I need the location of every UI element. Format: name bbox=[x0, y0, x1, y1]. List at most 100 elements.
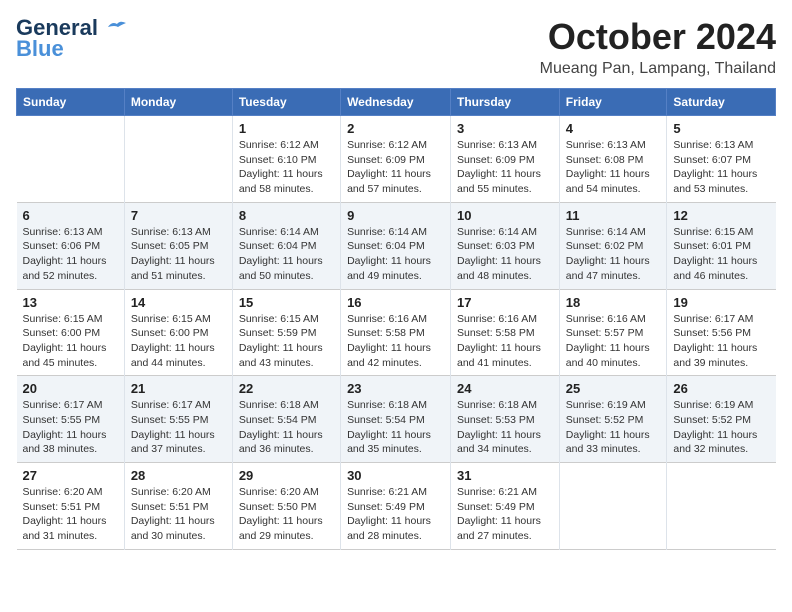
day-info: Sunrise: 6:16 AM Sunset: 5:58 PM Dayligh… bbox=[457, 312, 553, 371]
calendar-cell bbox=[667, 463, 776, 550]
calendar-cell: 2 Sunrise: 6:12 AM Sunset: 6:09 PM Daylig… bbox=[341, 116, 451, 203]
location-title: Mueang Pan, Lampang, Thailand bbox=[540, 60, 776, 78]
calendar-cell: 26Sunrise: 6:19 AM Sunset: 5:52 PM Dayli… bbox=[667, 376, 776, 463]
calendar-cell: 6Sunrise: 6:13 AM Sunset: 6:06 PM Daylig… bbox=[17, 202, 125, 289]
day-number: 18 bbox=[566, 295, 661, 310]
logo-blue: Blue bbox=[16, 36, 64, 62]
logo: General Blue bbox=[16, 16, 128, 62]
day-info: Sunrise: 6:18 AM Sunset: 5:53 PM Dayligh… bbox=[457, 398, 553, 457]
day-number: 5 bbox=[673, 121, 769, 136]
day-info: Sunrise: 6:20 AM Sunset: 5:50 PM Dayligh… bbox=[239, 485, 334, 544]
day-info: Sunrise: 6:12 AM Sunset: 6:09 PM Dayligh… bbox=[347, 138, 444, 197]
day-number: 22 bbox=[239, 381, 334, 396]
calendar-cell: 16 Sunrise: 6:16 AM Sunset: 5:58 PM Dayli… bbox=[341, 289, 451, 376]
calendar-table: SundayMondayTuesdayWednesdayThursdayFrid… bbox=[16, 88, 776, 550]
day-info: Sunrise: 6:12 AM Sunset: 6:10 PM Dayligh… bbox=[239, 138, 334, 197]
day-info: Sunrise: 6:13 AM Sunset: 6:06 PM Dayligh… bbox=[23, 225, 118, 284]
calendar-cell: 27 Sunrise: 6:20 AM Sunset: 5:51 PM Dayli… bbox=[17, 463, 125, 550]
day-info: Sunrise: 6:14 AM Sunset: 6:02 PM Dayligh… bbox=[566, 225, 661, 284]
day-info: Sunrise: 6:13 AM Sunset: 6:08 PM Dayligh… bbox=[566, 138, 661, 197]
day-number: 29 bbox=[239, 468, 334, 483]
day-number: 14 bbox=[131, 295, 226, 310]
day-info: Sunrise: 6:14 AM Sunset: 6:04 PM Dayligh… bbox=[347, 225, 444, 284]
day-number: 13 bbox=[23, 295, 118, 310]
weekday-header-thursday: Thursday bbox=[451, 89, 560, 116]
day-info: Sunrise: 6:17 AM Sunset: 5:55 PM Dayligh… bbox=[131, 398, 226, 457]
day-info: Sunrise: 6:18 AM Sunset: 5:54 PM Dayligh… bbox=[347, 398, 444, 457]
calendar-cell: 21 Sunrise: 6:17 AM Sunset: 5:55 PM Dayli… bbox=[124, 376, 232, 463]
calendar-cell: 9Sunrise: 6:14 AM Sunset: 6:04 PM Daylig… bbox=[341, 202, 451, 289]
day-info: Sunrise: 6:15 AM Sunset: 5:59 PM Dayligh… bbox=[239, 312, 334, 371]
day-number: 15 bbox=[239, 295, 334, 310]
calendar-cell: 28Sunrise: 6:20 AM Sunset: 5:51 PM Dayli… bbox=[124, 463, 232, 550]
day-number: 25 bbox=[566, 381, 661, 396]
day-info: Sunrise: 6:20 AM Sunset: 5:51 PM Dayligh… bbox=[23, 485, 118, 544]
weekday-header-sunday: Sunday bbox=[17, 89, 125, 116]
calendar-cell: 20 Sunrise: 6:17 AM Sunset: 5:55 PM Dayli… bbox=[17, 376, 125, 463]
day-number: 16 bbox=[347, 295, 444, 310]
month-title: October 2024 bbox=[540, 16, 776, 58]
day-info: Sunrise: 6:15 AM Sunset: 6:00 PM Dayligh… bbox=[131, 312, 226, 371]
day-info: Sunrise: 6:16 AM Sunset: 5:57 PM Dayligh… bbox=[566, 312, 661, 371]
calendar-cell: 13 Sunrise: 6:15 AM Sunset: 6:00 PM Dayli… bbox=[17, 289, 125, 376]
calendar-cell: 11 Sunrise: 6:14 AM Sunset: 6:02 PM Dayli… bbox=[559, 202, 667, 289]
calendar-cell: 18 Sunrise: 6:16 AM Sunset: 5:57 PM Dayli… bbox=[559, 289, 667, 376]
calendar-cell: 4 Sunrise: 6:13 AM Sunset: 6:08 PM Daylig… bbox=[559, 116, 667, 203]
calendar-cell: 17 Sunrise: 6:16 AM Sunset: 5:58 PM Dayli… bbox=[451, 289, 560, 376]
day-number: 8 bbox=[239, 208, 334, 223]
calendar-cell: 24Sunrise: 6:18 AM Sunset: 5:53 PM Dayli… bbox=[451, 376, 560, 463]
calendar-cell: 8 Sunrise: 6:14 AM Sunset: 6:04 PM Daylig… bbox=[232, 202, 340, 289]
day-number: 30 bbox=[347, 468, 444, 483]
calendar-cell bbox=[17, 116, 125, 203]
day-number: 17 bbox=[457, 295, 553, 310]
weekday-header-saturday: Saturday bbox=[667, 89, 776, 116]
day-number: 31 bbox=[457, 468, 553, 483]
day-info: Sunrise: 6:17 AM Sunset: 5:55 PM Dayligh… bbox=[23, 398, 118, 457]
calendar-cell: 29 Sunrise: 6:20 AM Sunset: 5:50 PM Dayli… bbox=[232, 463, 340, 550]
day-number: 7 bbox=[131, 208, 226, 223]
calendar-cell: 30 Sunrise: 6:21 AM Sunset: 5:49 PM Dayli… bbox=[341, 463, 451, 550]
day-info: Sunrise: 6:18 AM Sunset: 5:54 PM Dayligh… bbox=[239, 398, 334, 457]
day-info: Sunrise: 6:16 AM Sunset: 5:58 PM Dayligh… bbox=[347, 312, 444, 371]
day-number: 27 bbox=[23, 468, 118, 483]
calendar-cell: 25 Sunrise: 6:19 AM Sunset: 5:52 PM Dayli… bbox=[559, 376, 667, 463]
calendar-cell: 3Sunrise: 6:13 AM Sunset: 6:09 PM Daylig… bbox=[451, 116, 560, 203]
day-number: 21 bbox=[131, 381, 226, 396]
calendar-week-4: 20 Sunrise: 6:17 AM Sunset: 5:55 PM Dayli… bbox=[17, 376, 776, 463]
day-number: 23 bbox=[347, 381, 444, 396]
weekday-header-row: SundayMondayTuesdayWednesdayThursdayFrid… bbox=[17, 89, 776, 116]
day-number: 3 bbox=[457, 121, 553, 136]
day-info: Sunrise: 6:14 AM Sunset: 6:03 PM Dayligh… bbox=[457, 225, 553, 284]
calendar-cell: 31Sunrise: 6:21 AM Sunset: 5:49 PM Dayli… bbox=[451, 463, 560, 550]
day-number: 26 bbox=[673, 381, 769, 396]
day-number: 10 bbox=[457, 208, 553, 223]
day-info: Sunrise: 6:13 AM Sunset: 6:07 PM Dayligh… bbox=[673, 138, 769, 197]
day-number: 1 bbox=[239, 121, 334, 136]
day-number: 28 bbox=[131, 468, 226, 483]
calendar-week-5: 27 Sunrise: 6:20 AM Sunset: 5:51 PM Dayli… bbox=[17, 463, 776, 550]
day-info: Sunrise: 6:21 AM Sunset: 5:49 PM Dayligh… bbox=[347, 485, 444, 544]
day-info: Sunrise: 6:13 AM Sunset: 6:05 PM Dayligh… bbox=[131, 225, 226, 284]
calendar-week-1: 1 Sunrise: 6:12 AM Sunset: 6:10 PM Daylig… bbox=[17, 116, 776, 203]
logo-bird-icon bbox=[106, 19, 128, 35]
day-number: 2 bbox=[347, 121, 444, 136]
day-number: 19 bbox=[673, 295, 769, 310]
day-number: 12 bbox=[673, 208, 769, 223]
weekday-header-tuesday: Tuesday bbox=[232, 89, 340, 116]
day-number: 20 bbox=[23, 381, 118, 396]
calendar-week-3: 13 Sunrise: 6:15 AM Sunset: 6:00 PM Dayli… bbox=[17, 289, 776, 376]
day-info: Sunrise: 6:19 AM Sunset: 5:52 PM Dayligh… bbox=[566, 398, 661, 457]
calendar-week-2: 6Sunrise: 6:13 AM Sunset: 6:06 PM Daylig… bbox=[17, 202, 776, 289]
page-header: General Blue October 2024 Mueang Pan, La… bbox=[16, 16, 776, 78]
day-number: 11 bbox=[566, 208, 661, 223]
day-info: Sunrise: 6:14 AM Sunset: 6:04 PM Dayligh… bbox=[239, 225, 334, 284]
weekday-header-monday: Monday bbox=[124, 89, 232, 116]
calendar-cell: 15 Sunrise: 6:15 AM Sunset: 5:59 PM Dayli… bbox=[232, 289, 340, 376]
day-number: 4 bbox=[566, 121, 661, 136]
day-info: Sunrise: 6:15 AM Sunset: 6:00 PM Dayligh… bbox=[23, 312, 118, 371]
title-block: October 2024 Mueang Pan, Lampang, Thaila… bbox=[540, 16, 776, 78]
day-info: Sunrise: 6:17 AM Sunset: 5:56 PM Dayligh… bbox=[673, 312, 769, 371]
calendar-cell: 23 Sunrise: 6:18 AM Sunset: 5:54 PM Dayli… bbox=[341, 376, 451, 463]
weekday-header-wednesday: Wednesday bbox=[341, 89, 451, 116]
calendar-cell: 5 Sunrise: 6:13 AM Sunset: 6:07 PM Daylig… bbox=[667, 116, 776, 203]
